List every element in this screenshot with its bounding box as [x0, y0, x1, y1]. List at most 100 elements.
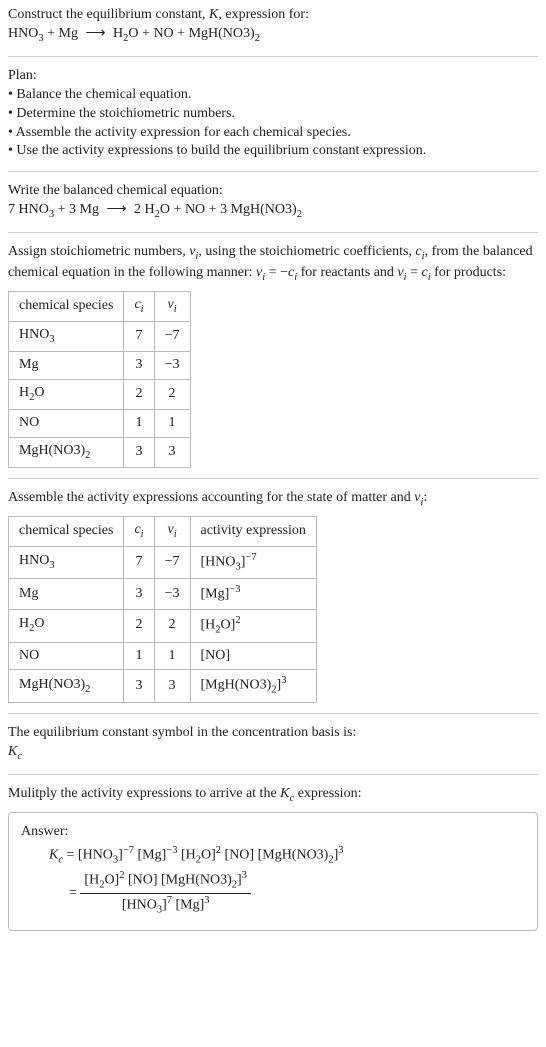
species-h2o: H2O — [145, 202, 171, 217]
kc-text: The equilibrium constant symbol in the c… — [8, 724, 538, 743]
cell-activity: [HNO3]−7 — [190, 546, 316, 579]
txt: expression: — [294, 786, 361, 801]
plus: + — [54, 202, 69, 217]
txt: O] — [201, 847, 216, 862]
sub: i — [141, 529, 144, 540]
activity-table: chemical species ci νi activity expressi… — [8, 516, 317, 703]
col-ci: ci — [124, 292, 154, 322]
plan-bullet: • Determine the stoichiometric numbers. — [8, 105, 538, 124]
txt: , using the stoichiometric coefficients, — [198, 244, 415, 259]
txt: [Mg] — [176, 898, 205, 913]
coef: 3 — [220, 202, 231, 217]
assign-section: Assign stoichiometric numbers, νi, using… — [8, 243, 538, 468]
cell-ci: 3 — [124, 670, 154, 703]
cell-ci: 7 — [124, 322, 154, 352]
kc-symbol-section: The equilibrium constant symbol in the c… — [8, 724, 538, 764]
separator — [8, 232, 538, 233]
cell-species: NO — [9, 642, 124, 670]
col-species: chemical species — [9, 292, 124, 322]
eq: = − — [265, 265, 288, 280]
txt: HNO — [19, 553, 49, 568]
col-ci: ci — [124, 516, 154, 546]
txt: Assemble the activity expressions accoun… — [8, 490, 414, 505]
species-hno3: HNO3 — [8, 26, 44, 41]
txt: for reactants and — [297, 265, 397, 280]
sub: 2 — [255, 33, 260, 44]
cell-ci: 3 — [124, 437, 154, 467]
table-row: H2O 2 2 [H2O]2 — [9, 609, 317, 642]
balanced-equation: 7 HNO3 + 3 Mg ⟶ 2 H2O + NO + 3 MgH(NO3)2 — [8, 201, 538, 222]
sub: 2 — [297, 209, 302, 220]
txt: O] — [221, 618, 236, 633]
cell-nui: 3 — [154, 437, 190, 467]
table-row: MgH(NO3)2 3 3 [MgH(NO3)2]3 — [9, 670, 317, 703]
species-mg: Mg — [59, 26, 78, 41]
txt: [MgH(NO3) — [161, 873, 232, 888]
txt: [HNO — [201, 554, 236, 569]
cell-species: Mg — [9, 352, 124, 380]
species-hno3: HNO3 — [19, 202, 55, 217]
exp: −7 — [123, 845, 134, 856]
txt: H — [19, 385, 29, 400]
cell-nui: −7 — [154, 322, 190, 352]
answer-label: Answer: — [21, 823, 525, 842]
cell-species: HNO3 — [9, 322, 124, 352]
cell-activity: [MgH(NO3)2]3 — [190, 670, 316, 703]
species-no: NO — [153, 26, 173, 41]
txt: [MgH(NO3) — [258, 847, 329, 862]
txt: MgH(NO3) — [19, 443, 85, 458]
txt: H — [145, 202, 155, 217]
arrow-icon: ⟶ — [102, 202, 130, 217]
txt: for products: — [431, 265, 506, 280]
sub: 2 — [85, 450, 90, 461]
table-row: HNO3 7 −7 [HNO3]−7 — [9, 546, 317, 579]
kc-symbol: Kc — [8, 743, 538, 764]
separator — [8, 774, 538, 775]
table-row: NO 1 1 — [9, 409, 191, 437]
cell-ci: 2 — [124, 379, 154, 409]
cell-ci: 3 — [124, 579, 154, 610]
balanced-heading: Write the balanced chemical equation: — [8, 182, 538, 201]
plan-bullet: • Assemble the activity expression for e… — [8, 124, 538, 143]
cell-species: NO — [9, 409, 124, 437]
cell-species: MgH(NO3)2 — [9, 437, 124, 467]
table-row: HNO3 7 −7 — [9, 322, 191, 352]
assemble-section: Assemble the activity expressions accoun… — [8, 489, 538, 703]
cell-activity: [Mg]−3 — [190, 579, 316, 610]
txt: [HNO — [122, 898, 157, 913]
exp: 2 — [235, 615, 240, 626]
exp: −3 — [166, 845, 177, 856]
coef: 7 — [8, 202, 19, 217]
fraction: [H2O]2 [NO] [MgH(NO3)2]3 [HNO3]7 [Mg]3 — [80, 869, 251, 917]
table-header-row: chemical species ci νi activity expressi… — [9, 516, 317, 546]
separator — [8, 56, 538, 57]
exp: −7 — [245, 552, 256, 563]
cell-species: Mg — [9, 579, 124, 610]
separator — [8, 478, 538, 479]
plus: + — [205, 202, 220, 217]
cell-nui: 1 — [154, 409, 190, 437]
txt: [H — [201, 618, 216, 633]
cell-ci: 7 — [124, 546, 154, 579]
txt: Mulitply the activity expressions to arr… — [8, 786, 280, 801]
K: K — [280, 786, 289, 801]
txt: O — [34, 616, 44, 631]
intro-text-1: Construct the equilibrium constant, — [8, 7, 209, 22]
sub: 3 — [49, 560, 54, 571]
sub: i — [141, 304, 144, 315]
exp: −3 — [229, 584, 240, 595]
plus: + — [44, 26, 59, 41]
cell-species: H2O — [9, 609, 124, 642]
sub: 2 — [85, 684, 90, 695]
txt: O] — [104, 873, 119, 888]
cell-ci: 1 — [124, 409, 154, 437]
txt: HNO — [19, 202, 49, 217]
plus: + — [170, 202, 185, 217]
txt: [Mg] — [138, 847, 167, 862]
eq: = — [63, 847, 78, 862]
separator — [8, 171, 538, 172]
exp: 3 — [281, 675, 286, 686]
txt: [MgH(NO3) — [201, 678, 272, 693]
intro-equation: HNO3 + Mg ⟶ H2O + NO + MgH(NO3)2 — [8, 25, 538, 46]
answer-line2: = [H2O]2 [NO] [MgH(NO3)2]3 [HNO3]7 [Mg]3 — [21, 869, 525, 917]
